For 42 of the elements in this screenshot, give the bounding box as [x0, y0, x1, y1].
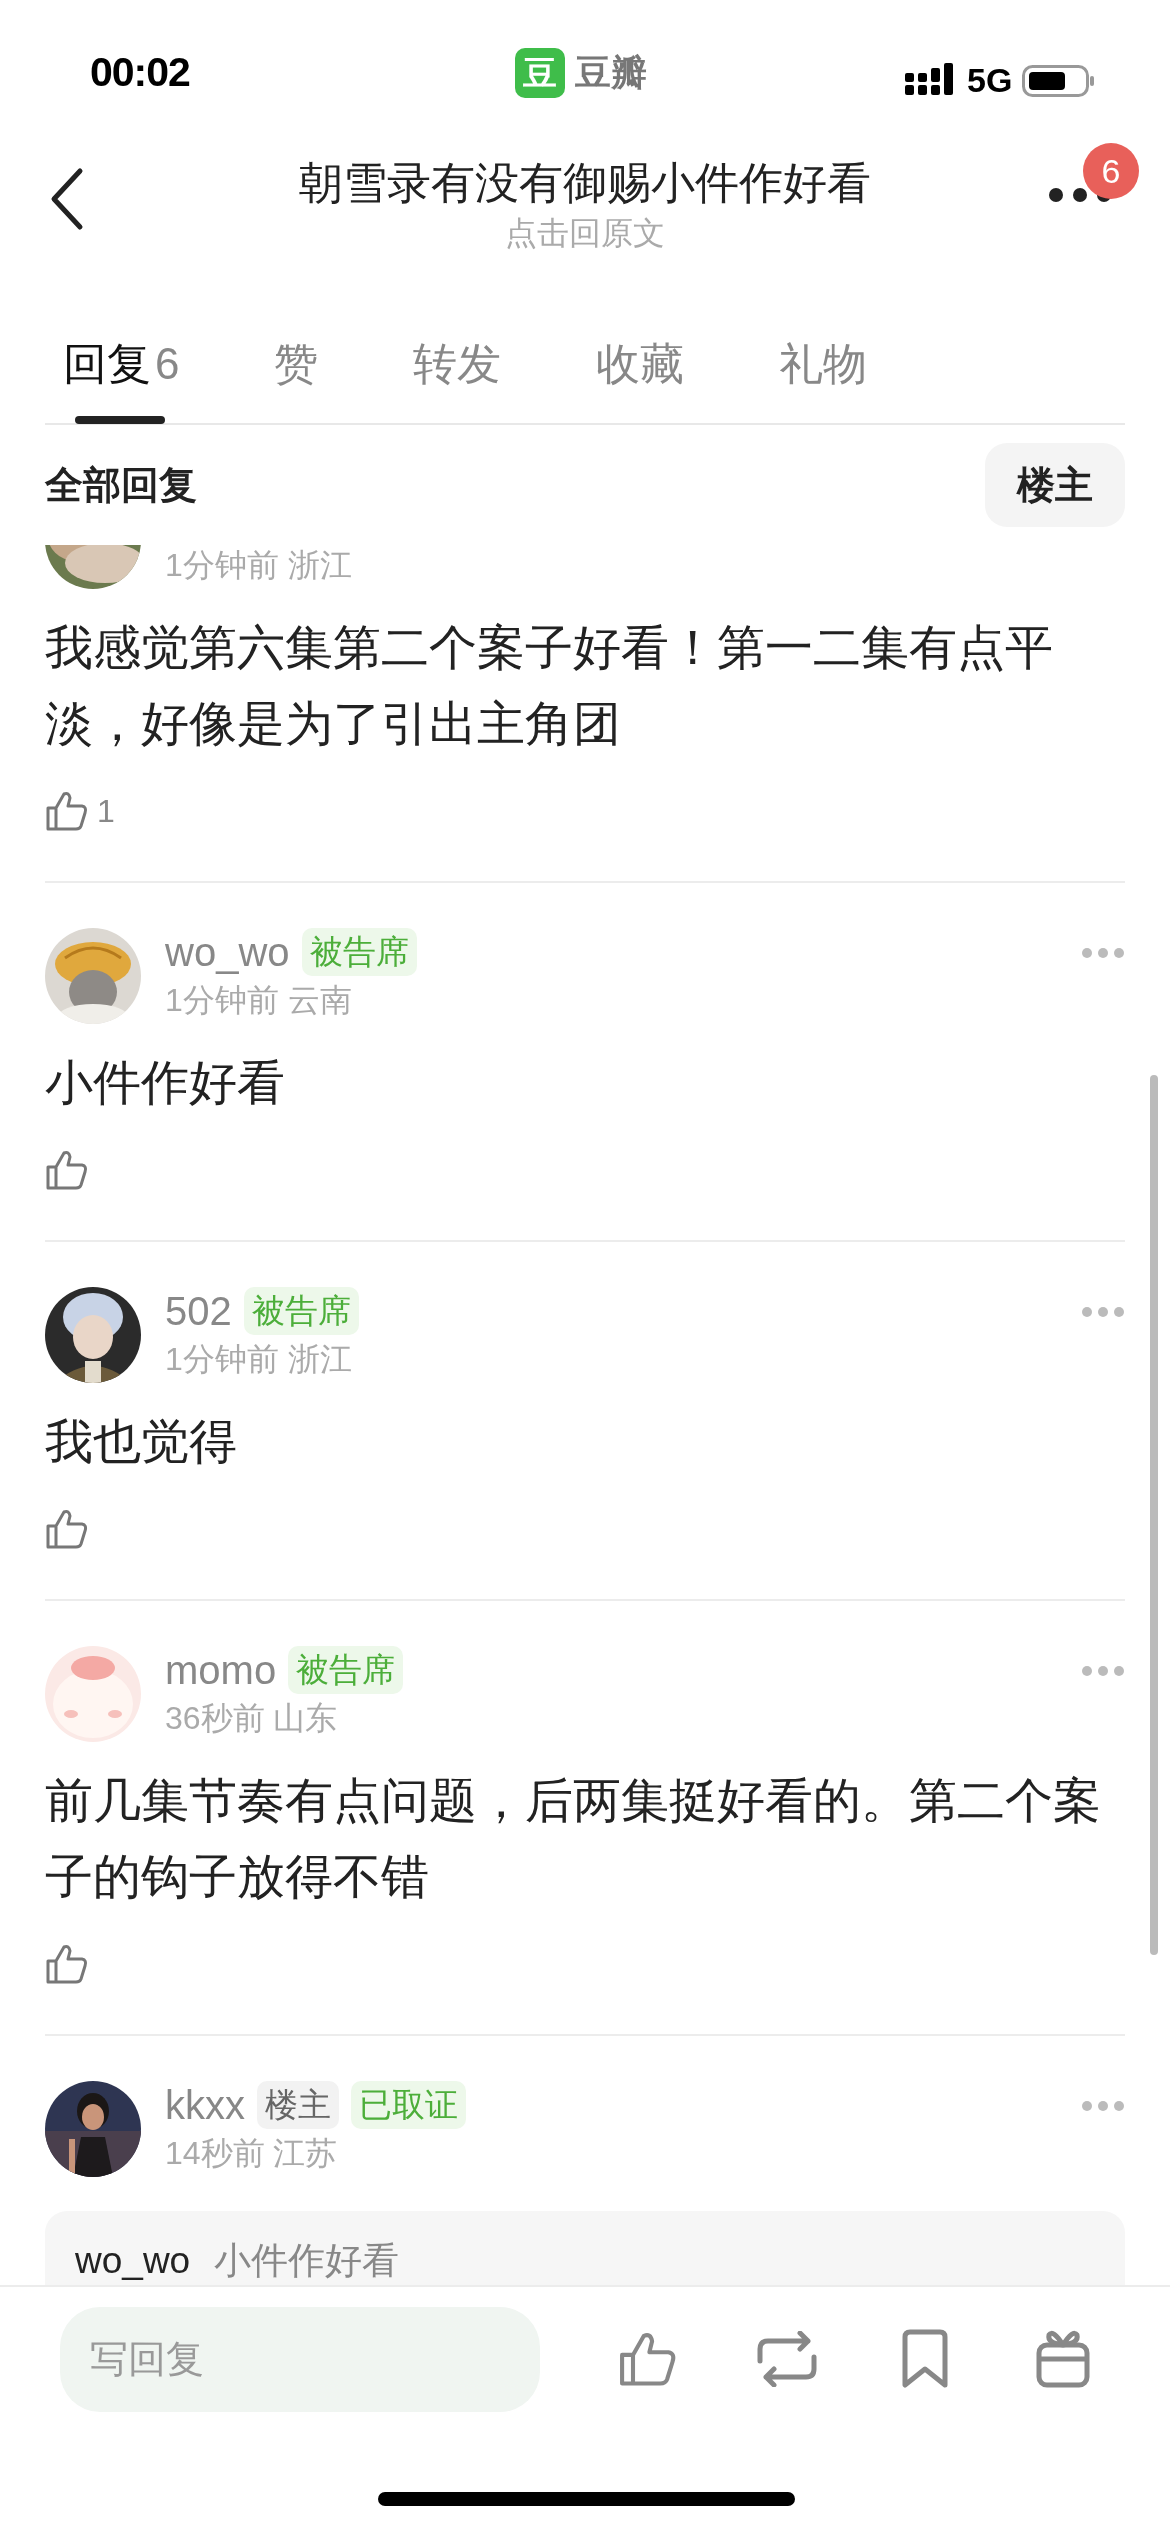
user-tag: 被告席 [288, 1646, 404, 1694]
comment-text: 我感觉第六集第二个案子好看！第一二集有点平淡，好像是为了引出主角团 [45, 620, 1054, 752]
comment-meta: 36秒前 山东 [165, 1699, 339, 1738]
comment-meta: 1分钟前 浙江 [165, 1340, 353, 1379]
status-time: 00:02 [90, 47, 190, 97]
username: wo_wo [165, 929, 290, 976]
like-icon[interactable] [45, 1149, 89, 1191]
username: momo [165, 1647, 277, 1694]
quoted-text: 小件作好看 [214, 2239, 400, 2283]
comment-meta: 1分钟前 浙江 [165, 546, 352, 585]
user-tag: 已取证 [351, 2081, 466, 2129]
comment-meta: 1分钟前 云南 [165, 981, 353, 1020]
tab[interactable]: 礼物 [779, 304, 868, 424]
user-tag: 楼主 [257, 2081, 339, 2129]
app-name: 豆瓣 [575, 51, 647, 95]
app-icon: 豆 [515, 48, 565, 98]
like-icon[interactable] [45, 1508, 89, 1550]
network-label: 5G [967, 60, 1013, 101]
comment-text: 前几集节奏有点问题，后两集挺好看的。第二个案子的钩子放得不错 [45, 1773, 1102, 1905]
like-icon[interactable] [45, 1943, 89, 1985]
battery-icon [1022, 62, 1097, 99]
bookmark-icon[interactable] [900, 2329, 950, 2389]
notification-badge: 6 [1083, 143, 1139, 199]
username: kkxx [165, 2082, 245, 2129]
like-count: 1 [97, 792, 115, 831]
comment-text: 小件作好看 [45, 1055, 286, 1111]
section-title: 全部回复 [45, 462, 197, 508]
user-tag: 被告席 [301, 928, 417, 976]
comment-text: 我也觉得 [45, 1414, 238, 1470]
tab[interactable]: 赞 [274, 304, 319, 424]
post-title: 朝雪录有没有御赐小件作好看 [299, 157, 871, 209]
username: 502 [165, 1288, 232, 1335]
tab[interactable]: 收藏 [596, 304, 685, 424]
filter-button[interactable]: 楼主 [985, 443, 1125, 527]
back-to-post-link[interactable]: 点击回原文 [505, 213, 665, 253]
quoted-username: wo_wo [75, 2239, 191, 2283]
comment-meta: 14秒前 江苏 [165, 2134, 339, 2173]
reply-input[interactable]: 写回复 [60, 2307, 540, 2412]
tab[interactable]: 转发 [413, 304, 502, 424]
like-icon[interactable] [45, 790, 89, 832]
user-tag: 被告席 [243, 1287, 359, 1335]
tab[interactable]: 回复6 [63, 304, 180, 424]
